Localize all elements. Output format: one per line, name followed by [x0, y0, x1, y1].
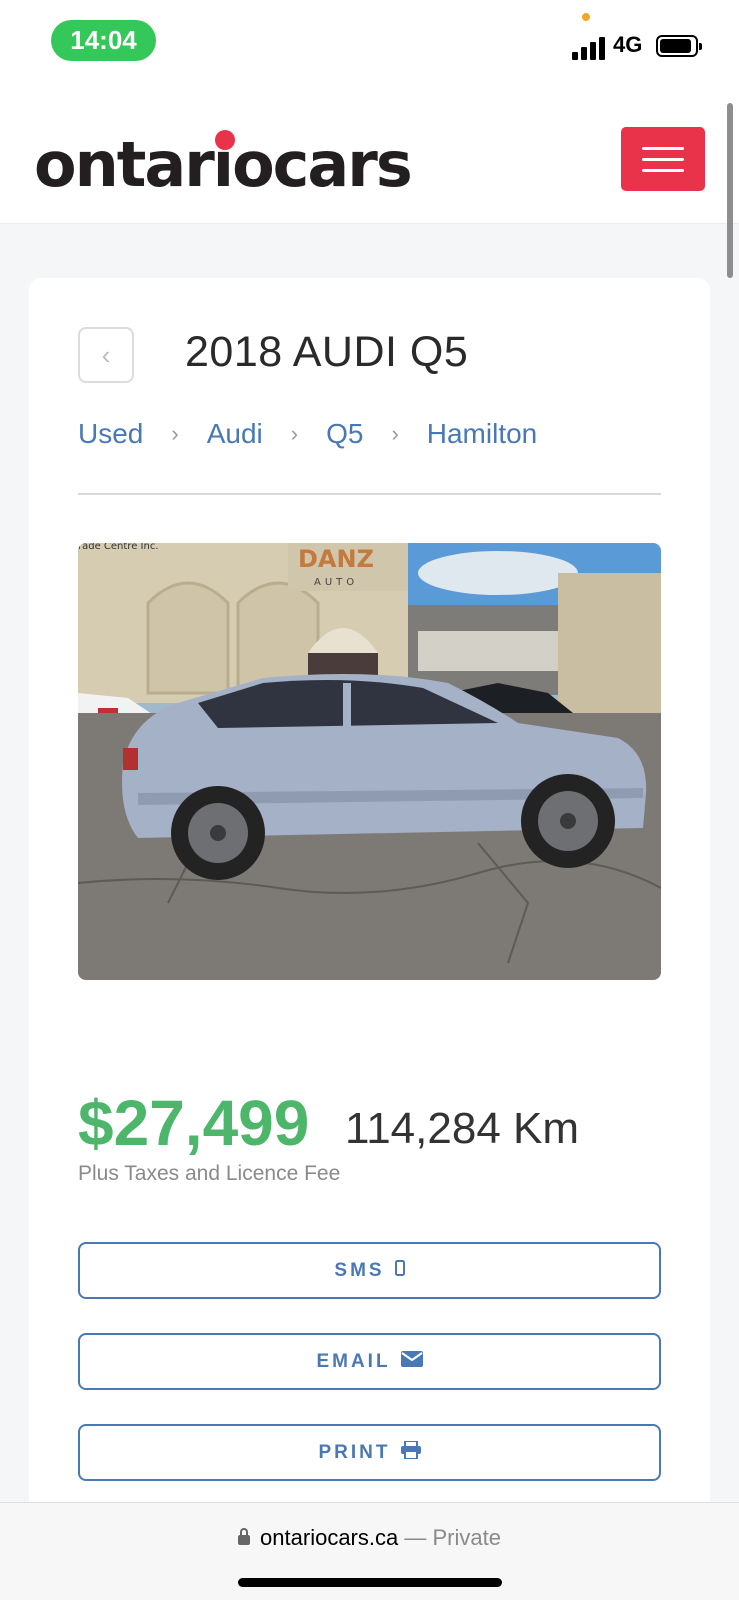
network-type: 4G: [613, 32, 643, 57]
sms-button[interactable]: SMS: [78, 1242, 661, 1299]
svg-text:AUTO: AUTO: [314, 577, 358, 588]
vehicle-photo[interactable]: DANZ AUTO rade Centre Inc.: [78, 543, 661, 980]
battery-icon: [656, 35, 702, 57]
lock-icon: [238, 1528, 251, 1545]
price-note: Plus Taxes and Licence Fee: [78, 1162, 341, 1185]
svg-text:rade Centre Inc.: rade Centre Inc.: [78, 543, 159, 552]
divider: [78, 493, 661, 495]
site-header: ontarıocars: [0, 90, 739, 224]
chevron-right-icon: ›: [391, 421, 399, 446]
scrollbar-thumb[interactable]: [727, 103, 733, 278]
logo-red-dot: [215, 130, 235, 150]
status-time: 14:04: [51, 20, 156, 61]
car-photo-illustration: DANZ AUTO rade Centre Inc.: [78, 543, 661, 980]
printer-icon: [400, 1440, 421, 1464]
hamburger-icon: [642, 146, 684, 150]
logo-text-end: ocars: [232, 128, 413, 201]
print-button-label: PRINT: [318, 1441, 391, 1463]
browser-address-bar[interactable]: ontariocars.ca — Private: [0, 1502, 739, 1600]
svg-text:DANZ: DANZ: [298, 545, 374, 573]
sms-button-label: SMS: [334, 1259, 385, 1281]
listing-card: ‹ 2018 AUDI Q5 Used › Audi › Q5 › Hamilt…: [29, 278, 710, 1600]
chevron-right-icon: ›: [171, 421, 179, 446]
menu-button[interactable]: [621, 127, 705, 191]
print-button[interactable]: PRINT: [78, 1424, 661, 1481]
listing-mileage: 114,284 Km: [345, 1104, 580, 1153]
email-button[interactable]: EMAIL: [78, 1333, 661, 1390]
breadcrumb-item-hamilton[interactable]: Hamilton: [427, 418, 537, 450]
logo-text-start: ontar: [34, 128, 215, 201]
home-indicator[interactable]: [238, 1578, 502, 1587]
back-button[interactable]: ‹: [78, 327, 134, 383]
url-domain: ontariocars.ca: [260, 1525, 399, 1550]
status-bar: 14:04 4G: [0, 0, 739, 90]
url-display[interactable]: ontariocars.ca — Private: [0, 1525, 739, 1551]
breadcrumb-item-audi[interactable]: Audi: [207, 418, 263, 450]
breadcrumb-item-q5[interactable]: Q5: [326, 418, 363, 450]
listing-title: 2018 AUDI Q5: [185, 328, 469, 376]
chevron-right-icon: ›: [290, 421, 299, 446]
mobile-icon: [394, 1260, 405, 1281]
chevron-left-icon: ‹: [101, 339, 111, 370]
envelope-icon: [400, 1351, 423, 1372]
privacy-indicator-dot: [582, 13, 590, 21]
signal-strength-icon: [572, 36, 606, 60]
breadcrumb: Used › Audi › Q5 › Hamilton: [78, 418, 537, 450]
private-mode-label: — Private: [404, 1525, 501, 1550]
listing-price: $27,499: [78, 1087, 310, 1159]
email-button-label: EMAIL: [316, 1350, 391, 1372]
breadcrumb-item-used[interactable]: Used: [78, 418, 143, 450]
